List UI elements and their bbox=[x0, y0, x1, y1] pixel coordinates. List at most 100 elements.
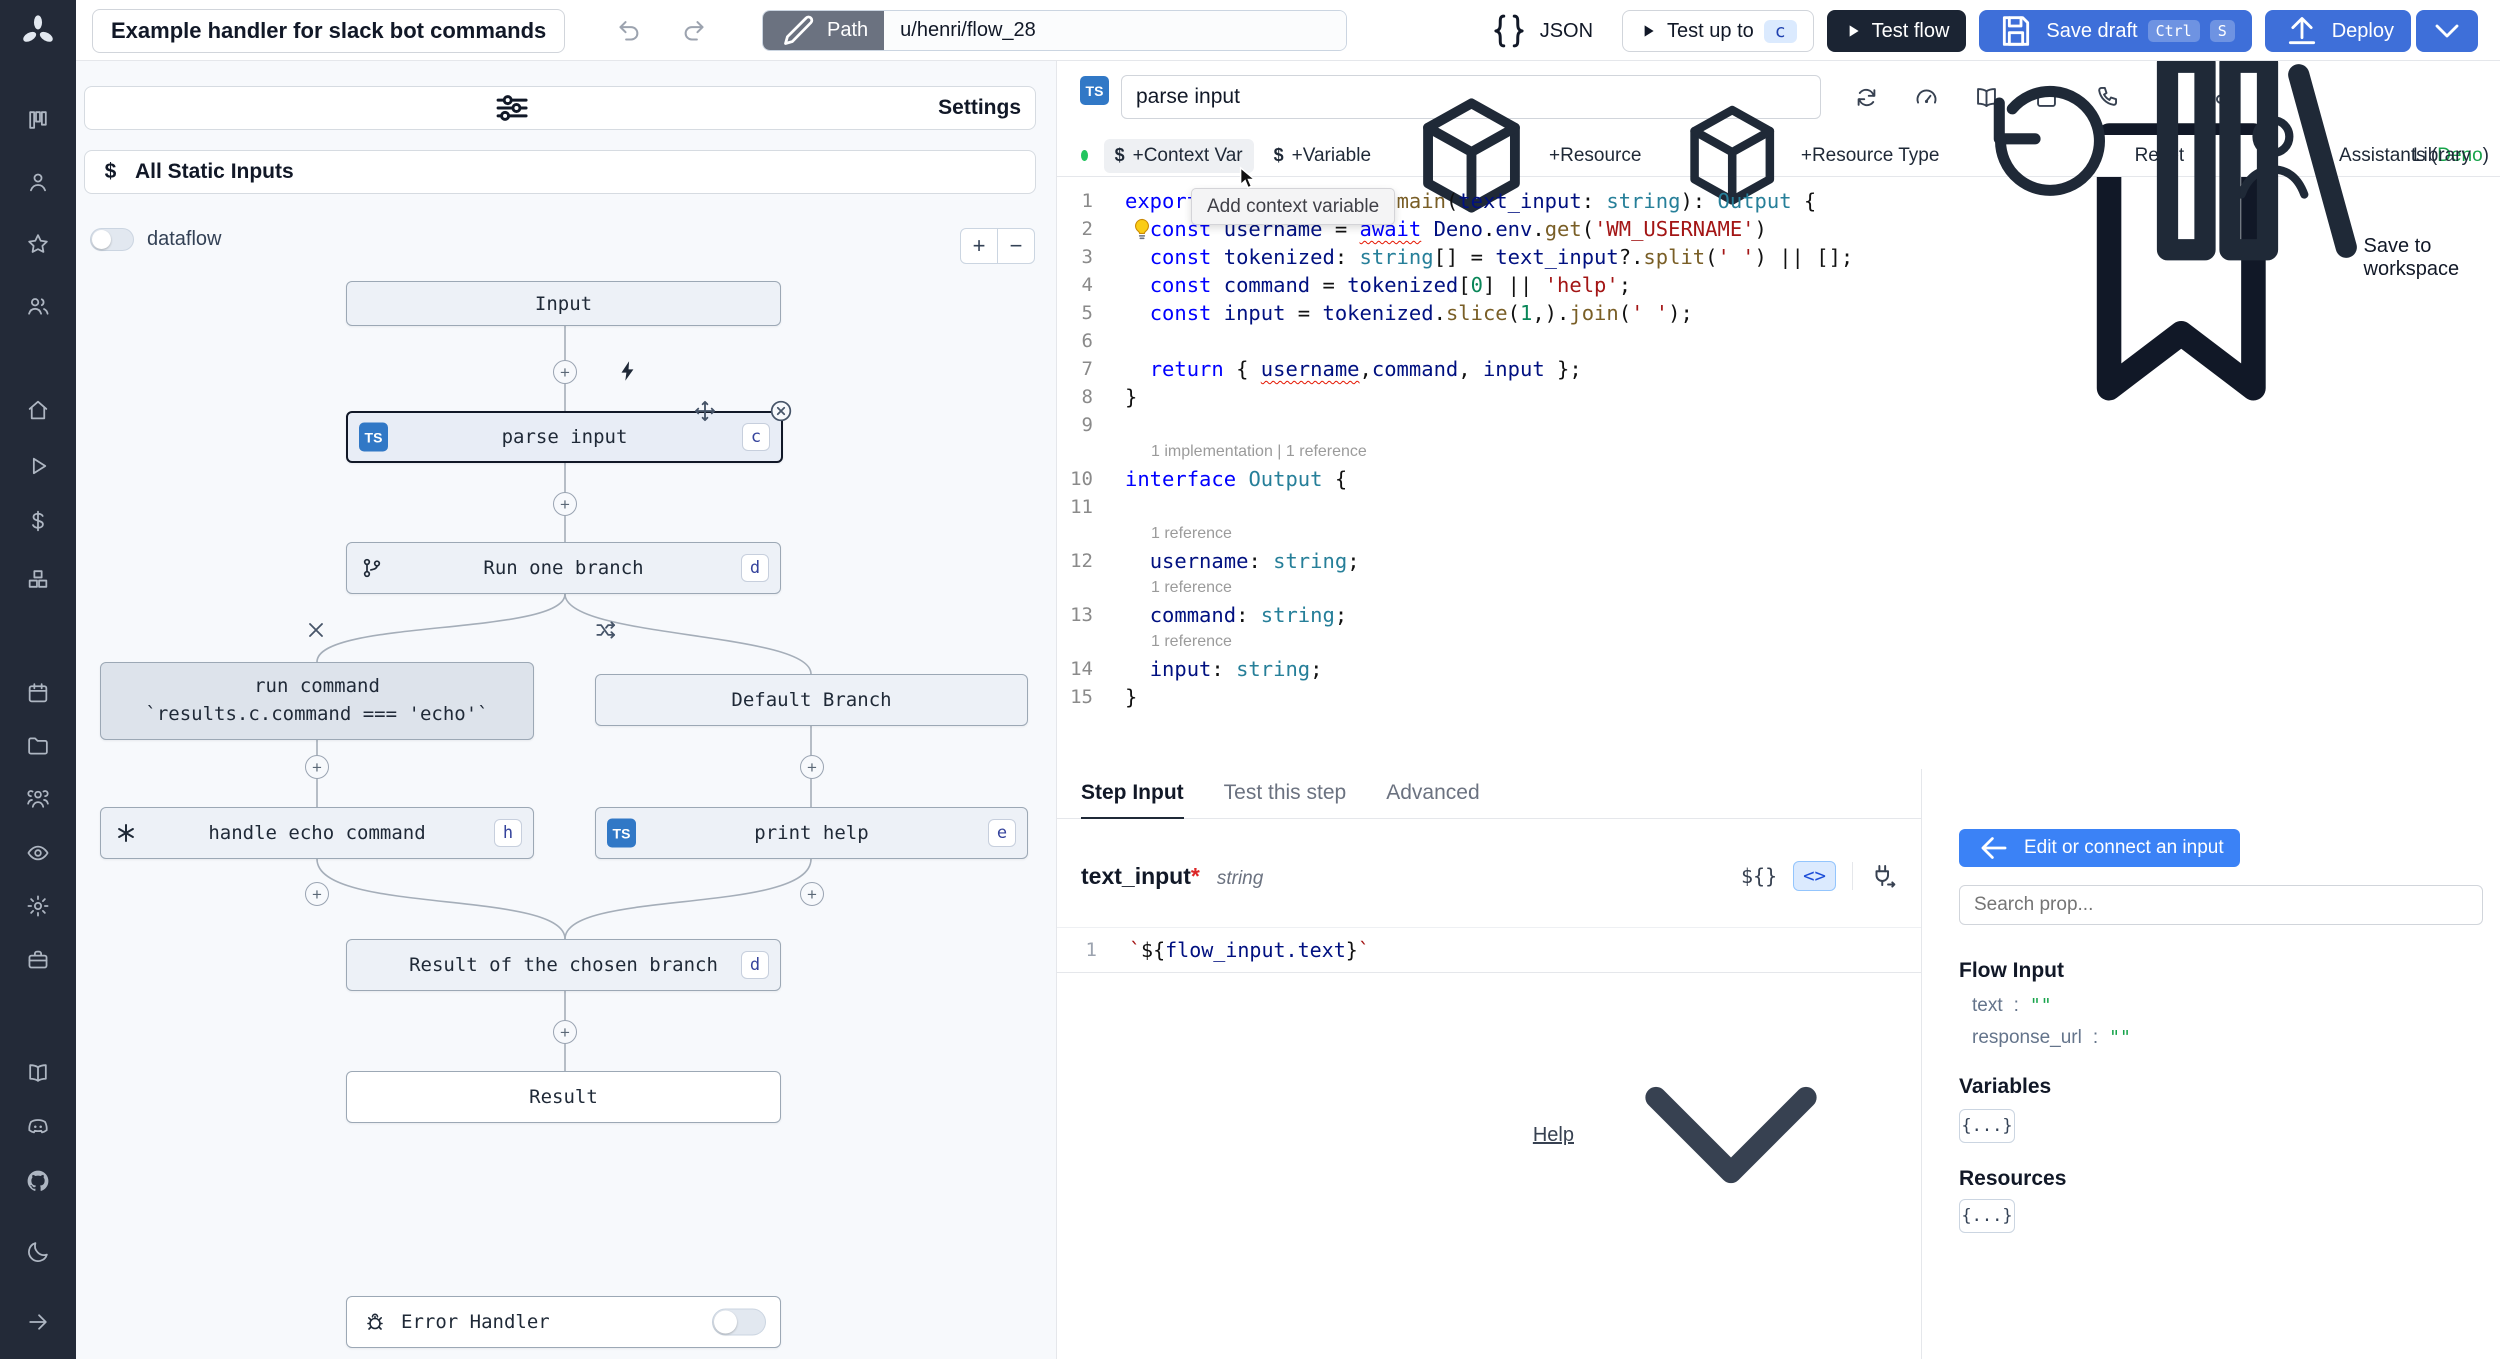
arrow-right-icon[interactable] bbox=[26, 1310, 51, 1335]
code-line[interactable]: 13 command: string; bbox=[1057, 601, 2500, 629]
template-var-button[interactable]: ${} bbox=[1741, 864, 1777, 888]
tab-test-this-step[interactable]: Test this step bbox=[1224, 769, 1347, 819]
move-icon[interactable] bbox=[692, 398, 718, 424]
eye-icon[interactable] bbox=[26, 841, 51, 866]
deploy-button[interactable]: Deploy bbox=[2264, 10, 2411, 52]
users-icon[interactable] bbox=[26, 294, 51, 319]
static-inputs-button[interactable]: $ All Static Inputs bbox=[84, 150, 1036, 194]
error-handler-toggle[interactable] bbox=[712, 1308, 766, 1336]
save-draft-button[interactable]: Save draft Ctrl S bbox=[1979, 10, 2252, 52]
code-line[interactable]: 12 username: string; bbox=[1057, 547, 2500, 575]
node-default-branch[interactable]: Default Branch bbox=[595, 674, 1028, 726]
add-step-button[interactable]: + bbox=[800, 882, 824, 906]
expression-code[interactable]: `${flow_input.text}` bbox=[1097, 938, 1370, 962]
test-up-to-button[interactable]: Test up to c bbox=[1622, 10, 1814, 52]
code-line[interactable]: 11 bbox=[1057, 493, 2500, 521]
node-input[interactable]: Input bbox=[346, 281, 781, 326]
add-step-button[interactable]: + bbox=[305, 755, 329, 779]
codelens[interactable]: 1 reference bbox=[1057, 575, 2500, 601]
path-input[interactable] bbox=[884, 11, 1347, 50]
path-label[interactable]: Path bbox=[763, 11, 885, 50]
codelens[interactable]: 1 reference bbox=[1057, 629, 2500, 655]
dollar-icon[interactable] bbox=[26, 509, 51, 534]
node-branch-result[interactable]: Result of the chosen branch d bbox=[346, 939, 781, 991]
close-icon[interactable] bbox=[768, 398, 794, 424]
zoom-out-button[interactable]: − bbox=[997, 228, 1035, 264]
deploy-dropdown-button[interactable] bbox=[2416, 10, 2478, 52]
json-button[interactable]: JSON bbox=[1471, 10, 1610, 52]
add-step-button[interactable]: + bbox=[553, 492, 577, 516]
code-line[interactable]: 5 const input = tokenized.slice(1,).join… bbox=[1057, 299, 2500, 327]
github-icon[interactable] bbox=[26, 1169, 51, 1194]
code-line[interactable]: 9 bbox=[1057, 411, 2500, 439]
prop-row-text[interactable]: text : "" bbox=[1972, 995, 2052, 1017]
add-step-button[interactable]: + bbox=[553, 360, 577, 384]
calendar-icon[interactable] bbox=[26, 681, 51, 706]
code-line[interactable]: 14 input: string; bbox=[1057, 655, 2500, 683]
dataflow-toggle[interactable] bbox=[90, 228, 134, 251]
kanban-icon[interactable] bbox=[26, 108, 51, 133]
code-line[interactable]: 15} bbox=[1057, 683, 2500, 711]
moon-icon[interactable] bbox=[26, 1240, 51, 1265]
code-mode-button[interactable]: <> bbox=[1793, 861, 1836, 891]
help-link[interactable]: Help bbox=[1533, 985, 1881, 1285]
node-print-help[interactable]: TS print help e bbox=[595, 807, 1028, 859]
prop-row-response-url[interactable]: response_url : "" bbox=[1972, 1027, 2131, 1049]
add-step-button[interactable]: + bbox=[553, 1020, 577, 1044]
briefcase-icon[interactable] bbox=[26, 948, 51, 973]
user-icon[interactable] bbox=[26, 170, 51, 195]
topbar: Example handler for slack bot commands P… bbox=[76, 0, 2500, 61]
discord-icon[interactable] bbox=[26, 1115, 51, 1140]
code-line[interactable]: 4 const command = tokenized[0] || 'help'… bbox=[1057, 271, 2500, 299]
code-line[interactable]: 3 const tokenized: string[] = text_input… bbox=[1057, 243, 2500, 271]
zoom-in-button[interactable]: + bbox=[960, 228, 998, 264]
remove-branch-icon[interactable] bbox=[304, 618, 328, 642]
resources-expand-button[interactable]: {...} bbox=[1959, 1199, 2015, 1233]
lsp-status-dot bbox=[1081, 150, 1088, 161]
node-run-command-branch[interactable]: run command `results.c.command === 'echo… bbox=[100, 662, 534, 740]
home-icon[interactable] bbox=[26, 398, 51, 423]
tab-advanced[interactable]: Advanced bbox=[1386, 769, 1479, 819]
code-line[interactable]: 6 bbox=[1057, 327, 2500, 355]
undo-icon[interactable] bbox=[616, 17, 643, 44]
windmill-logo[interactable] bbox=[20, 14, 56, 50]
book-icon[interactable] bbox=[26, 1061, 51, 1086]
test-flow-button[interactable]: Test flow bbox=[1826, 10, 1967, 52]
variables-expand-button[interactable]: {...} bbox=[1959, 1109, 2015, 1143]
bolt-icon[interactable] bbox=[615, 358, 641, 384]
star-icon[interactable] bbox=[26, 232, 51, 257]
settings-button[interactable]: Settings bbox=[84, 86, 1036, 130]
codelens[interactable]: 1 reference bbox=[1057, 521, 2500, 547]
plug-icon[interactable] bbox=[1869, 862, 1899, 890]
code-line[interactable]: 7 return { username,command, input }; bbox=[1057, 355, 2500, 383]
add-step-button[interactable]: + bbox=[800, 755, 824, 779]
input-expression-editor[interactable]: 1 `${flow_input.text}` bbox=[1057, 927, 1921, 973]
folder-icon[interactable] bbox=[26, 734, 51, 759]
add-step-button[interactable]: + bbox=[305, 882, 329, 906]
app-sidebar bbox=[0, 0, 76, 1359]
boxes-icon[interactable] bbox=[26, 567, 51, 592]
flow-title[interactable]: Example handler for slack bot commands bbox=[92, 9, 566, 53]
edit-or-connect-button[interactable]: Edit or connect an input bbox=[1959, 829, 2240, 867]
add-context-var-button[interactable]: $ +Context Var bbox=[1103, 138, 1254, 173]
codelens[interactable]: 1 implementation | 1 reference bbox=[1057, 439, 2500, 465]
flow-canvas[interactable]: Settings $ All Static Inputs dataflow + … bbox=[76, 61, 1057, 1359]
node-result[interactable]: Result bbox=[346, 1071, 781, 1123]
play-icon[interactable] bbox=[26, 454, 51, 479]
search-prop-input[interactable] bbox=[1959, 885, 2483, 925]
lightbulb-icon[interactable] bbox=[1129, 216, 1155, 242]
node-handle-echo-command[interactable]: handle echo command h bbox=[100, 807, 534, 859]
redo-icon[interactable] bbox=[680, 17, 707, 44]
variables-title: Variables bbox=[1959, 1075, 2052, 1098]
code-editor[interactable]: 1export async function main(text_input: … bbox=[1057, 187, 2500, 711]
group-icon[interactable] bbox=[26, 787, 51, 812]
node-run-one-branch[interactable]: Run one branch d bbox=[346, 542, 781, 594]
step-id-badge: e bbox=[988, 819, 1016, 847]
shuffle-icon[interactable] bbox=[593, 617, 619, 643]
code-line[interactable]: 8} bbox=[1057, 383, 2500, 411]
add-variable-button[interactable]: $ +Variable bbox=[1263, 139, 1382, 173]
code-line[interactable]: 10 interface Output { bbox=[1057, 465, 2500, 493]
tab-step-input[interactable]: Step Input bbox=[1081, 769, 1184, 819]
gear-icon[interactable] bbox=[26, 894, 51, 919]
error-handler[interactable]: Error Handler bbox=[346, 1296, 781, 1348]
